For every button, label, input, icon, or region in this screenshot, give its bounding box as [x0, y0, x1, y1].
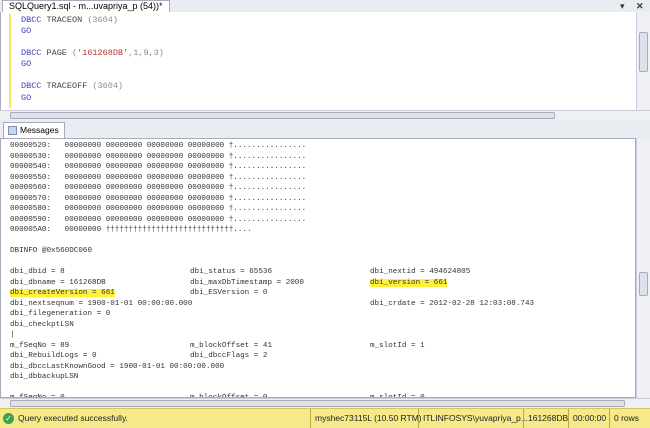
code-token: GO — [21, 59, 32, 69]
output-field: DBINFO @0x560DC060 — [10, 247, 93, 255]
output-field: 00000580: 00000000 00000000 00000000 000… — [10, 205, 307, 213]
output-line: dbi_nextseqnum = 1900-01-01 00:00:00.000… — [1, 300, 631, 311]
code-line: GO — [21, 26, 31, 36]
output-line: 00000580: 00000000 00000000 00000000 000… — [1, 205, 631, 216]
change-tracking-margin — [9, 14, 11, 108]
tab-list-dropdown-icon[interactable]: ▾ — [620, 0, 625, 12]
output-vertical-scrollbar[interactable] — [636, 138, 650, 398]
status-rows: 0 rows — [609, 409, 643, 428]
output-line: 00000590: 00000000 00000000 00000000 000… — [1, 216, 631, 227]
messages-output[interactable]: 00000520: 00000000 00000000 00000000 000… — [0, 138, 636, 398]
output-line: m_fSeqNo = 89 m_blockOffset = 41 m_slotId … — [1, 342, 631, 353]
status-database: 161268DB — [523, 409, 572, 428]
code-token: ,1,9,3) — [128, 48, 164, 58]
output-line: dbi_checkptLSN — [1, 321, 631, 332]
tab-messages[interactable]: Messages — [3, 122, 65, 138]
output-field: dbi_createVersion = 661 — [10, 289, 115, 297]
output-field: dbi_filegeneration = 0 — [10, 310, 111, 318]
code-token: DBCC — [21, 48, 42, 58]
output-field: dbi_dbccFlags = 2 — [190, 352, 268, 360]
status-user: ITLINFOSYS\yuvapriya_p... — [418, 409, 532, 428]
output-line: DBINFO @0x560DC060 — [1, 247, 631, 258]
output-field: dbi_nextid = 494624805 — [370, 268, 471, 276]
output-line: 00000560: 00000000 00000000 00000000 000… — [1, 184, 631, 195]
output-horizontal-scrollbar[interactable] — [0, 398, 650, 408]
output-field: 00000590: 00000000 00000000 00000000 000… — [10, 215, 307, 224]
output-line: dbi_dbid = 8 dbi_status = 65536 dbi_nextid… — [1, 268, 631, 279]
editor-vertical-scrollbar[interactable] — [636, 12, 650, 110]
status-server: myshec73115L (10.50 RTM) — [310, 409, 426, 428]
output-field: m_blockOffset = 41 — [190, 341, 273, 350]
output-field: dbi_dbccLastKnownGood = 1900-01-01 00:00… — [10, 362, 225, 371]
output-line: dbi_dbbackupLSN — [1, 373, 631, 384]
code-line: GO — [21, 93, 31, 103]
output-field: dbi_ESVersion = 0 — [190, 289, 268, 297]
code-line: DBCC TRACEOFF (3604) — [21, 81, 123, 91]
output-line: 00000520: 00000000 00000000 00000000 000… — [1, 142, 631, 153]
code-line: DBCC TRACEON (3604) — [21, 15, 118, 25]
code-token: TRACEON — [41, 15, 88, 25]
code-token: DBCC — [21, 81, 42, 91]
messages-icon — [8, 126, 17, 135]
close-icon[interactable]: ✕ — [636, 0, 644, 12]
output-line: 00000540: 00000000 00000000 00000000 000… — [1, 163, 631, 174]
output-line: dbi_createVersion = 661 dbi_ESVersion = 0 — [1, 289, 631, 300]
output-field: dbi_status = 65536 — [190, 268, 273, 276]
query-document-tab[interactable]: SQLQuery1.sql - m...uvapriya_p (54))* — [2, 0, 170, 12]
output-field: dbi_dbbackupLSN — [10, 373, 79, 381]
tab-messages-label: Messages — [20, 125, 59, 135]
output-field: dbi_RebuildLogs = 0 — [10, 352, 97, 360]
output-field: 00000520: 00000000 00000000 00000000 000… — [10, 142, 307, 150]
output-field: m_fSeqNo = 89 — [10, 341, 70, 350]
status-bar: ✓ Query executed successfully. myshec731… — [0, 408, 650, 428]
output-field: 00000560: 00000000 00000000 00000000 000… — [10, 184, 307, 192]
output-field: 00000540: 00000000 00000000 00000000 000… — [10, 163, 307, 171]
status-elapsed: 00:00:00 — [568, 409, 610, 428]
output-field: dbi_checkptLSN — [10, 320, 74, 329]
code-token: TRACEOFF — [41, 81, 93, 91]
output-line: 000005A0: 00000000 †††††††††††††††††††††… — [1, 226, 631, 237]
output-field: dbi_nextseqnum = 1900-01-01 00:00:00.000 — [10, 299, 193, 308]
output-field: 00000530: 00000000 00000000 00000000 000… — [10, 152, 307, 161]
output-line: 00000550: 00000000 00000000 00000000 000… — [1, 174, 631, 185]
code-token: GO — [21, 93, 32, 103]
output-field: dbi_dbname = 161268DB — [10, 278, 106, 287]
editor-horizontal-scrollbar[interactable] — [0, 110, 650, 120]
output-field: 00000570: 00000000 00000000 00000000 000… — [10, 194, 307, 203]
results-tab-bar: Messages — [0, 120, 650, 138]
code-line: DBCC PAGE ('161268DB',1,9,3) — [21, 48, 164, 58]
output-field: dbi_version = 661 — [370, 278, 448, 287]
output-field: 00000550: 00000000 00000000 00000000 000… — [10, 173, 307, 182]
document-tab-bar: SQLQuery1.sql - m...uvapriya_p (54))* ▾ … — [0, 0, 650, 12]
output-field: dbi_maxDbTimestamp = 2000 — [190, 278, 304, 287]
output-line: dbi_RebuildLogs = 0 dbi_dbccFlags = 2 — [1, 352, 631, 363]
success-check-icon: ✓ — [3, 413, 14, 424]
output-line: | — [1, 331, 631, 342]
code-line: GO — [21, 59, 31, 69]
output-field: | — [10, 331, 15, 339]
code-token: (3604) — [87, 15, 118, 25]
code-token: PAGE — [41, 48, 73, 58]
output-field: dbi_crdate = 2012-02-28 12:03:08.743 — [370, 299, 535, 308]
code-token: '161268DB' — [77, 48, 129, 58]
code-token: DBCC — [21, 15, 42, 25]
status-message: Query executed successfully. — [18, 413, 128, 423]
query-editor[interactable]: DBCC TRACEON (3604) GO DBCC PAGE ('161268D… — [0, 12, 636, 110]
output-line: 00000570: 00000000 00000000 00000000 000… — [1, 195, 631, 206]
output-line: dbi_dbname = 161268DB dbi_maxDbTimestamp … — [1, 278, 631, 290]
output-field: dbi_dbid = 8 — [10, 268, 65, 276]
code-token: (3604) — [92, 81, 124, 91]
output-line: dbi_dbccLastKnownGood = 1900-01-01 00:00… — [1, 363, 631, 374]
output-field: 000005A0: 00000000 †††††††††††††††††††††… — [10, 226, 252, 234]
output-field: m_slotId = 1 — [370, 341, 425, 350]
code-token: GO — [21, 26, 32, 36]
output-line: dbi_filegeneration = 0 — [1, 310, 631, 321]
output-line: 00000530: 00000000 00000000 00000000 000… — [1, 153, 631, 164]
